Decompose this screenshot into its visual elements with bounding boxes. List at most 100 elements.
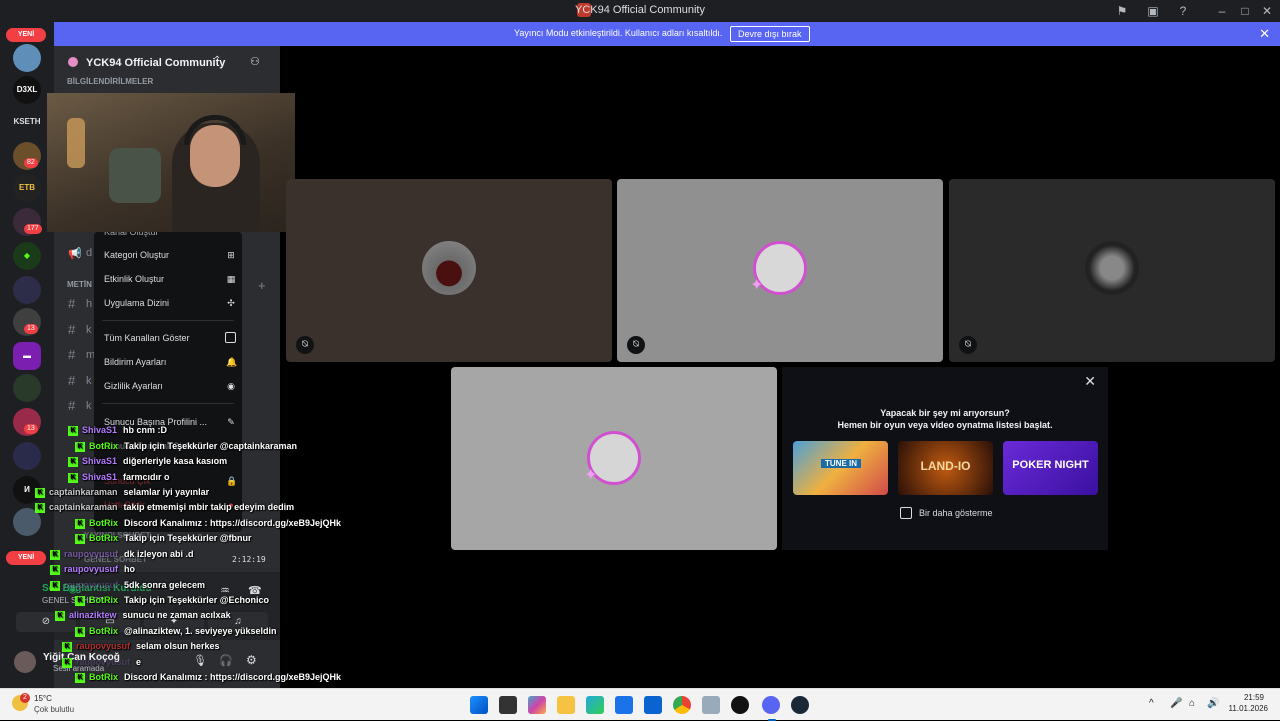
hash-icon: # xyxy=(68,322,76,337)
settings-app-icon[interactable] xyxy=(702,696,720,714)
video-tile[interactable]: ✦ xyxy=(451,367,777,550)
avatar xyxy=(422,241,476,295)
banner-message: Yayıncı Modu etkinleştirildi. Kullanıcı … xyxy=(514,28,723,38)
category-label[interactable]: BİLGİLENDİRİLMELER xyxy=(67,77,153,86)
channel-name[interactable]: k xyxy=(86,324,92,336)
server-icon[interactable]: KSETH xyxy=(13,108,41,136)
file-explorer-icon[interactable] xyxy=(557,696,575,714)
invite-people-icon[interactable]: ⚇ xyxy=(250,55,260,68)
channel-name[interactable]: k xyxy=(86,400,92,412)
help-icon[interactable]: ? xyxy=(1175,3,1191,19)
server-icon[interactable]: ▬ xyxy=(13,342,41,370)
server-icon[interactable] xyxy=(13,44,41,72)
windows-taskbar: 2 15°C Çok bulutlu ^ 🎤 ⌂ 🔊 21:59 11.01.2… xyxy=(0,688,1280,721)
channel-name[interactable]: d xyxy=(86,247,92,259)
kick-icon: K xyxy=(68,425,78,436)
close-icon[interactable]: ✕ xyxy=(1259,26,1270,42)
kick-icon: K xyxy=(35,487,45,498)
kick-icon: K xyxy=(75,672,85,683)
server-icon[interactable]: ◆ xyxy=(13,242,41,270)
menu-item-show-all-channels[interactable]: Tüm Kanalları Göster xyxy=(104,333,234,343)
chat-user: BotRix xyxy=(89,595,118,605)
chat-text: Takip için Teşekkürler @Echonico xyxy=(124,595,269,605)
copilot-icon[interactable] xyxy=(528,696,546,714)
weather-badge: 2 xyxy=(20,693,30,703)
flag-icon[interactable]: ⚑ xyxy=(1114,3,1130,19)
tiktok-icon[interactable] xyxy=(731,696,749,714)
mail-icon[interactable] xyxy=(644,696,662,714)
kick-icon: K xyxy=(50,564,60,575)
hash-icon: # xyxy=(68,347,76,362)
chevron-up-icon[interactable]: ^ xyxy=(1149,698,1154,709)
kick-icon: K xyxy=(68,472,78,483)
chat-text: 5dk sonra gelecem xyxy=(124,580,206,590)
channel-name[interactable]: h xyxy=(86,298,92,310)
kick-icon: K xyxy=(62,657,72,668)
menu-item-app-directory[interactable]: Uygulama Dizini xyxy=(104,298,234,308)
chat-user: raupovyusuf xyxy=(64,580,119,590)
server-icon[interactable]: ETB xyxy=(13,174,41,202)
temperature[interactable]: 15°C xyxy=(34,694,52,703)
weather-text[interactable]: Çok bulutlu xyxy=(34,705,74,714)
volume-icon[interactable]: 🔊 xyxy=(1207,698,1219,709)
chrome-icon[interactable] xyxy=(673,696,691,714)
server-icon[interactable] xyxy=(13,276,41,304)
network-icon[interactable]: ⌂ xyxy=(1189,698,1195,709)
chat-user: captainkaraman xyxy=(49,487,118,497)
add-channel-icon[interactable]: + xyxy=(258,278,266,293)
server-icon[interactable] xyxy=(13,374,41,402)
window-title: YCK94 Official Community xyxy=(574,4,705,16)
activity-title: LAND-IO xyxy=(920,459,971,473)
hash-icon: # xyxy=(68,373,76,388)
kick-icon: K xyxy=(62,641,72,652)
server-header[interactable]: YCK94 Official Community ⌃ ⚇ xyxy=(54,46,280,78)
chat-user: ShivaS1 xyxy=(82,456,118,466)
chat-text: Discord Kanalımız : https://discord.gg/x… xyxy=(124,672,342,682)
maximize-button[interactable]: □ xyxy=(1237,3,1253,19)
kick-icon: K xyxy=(75,533,85,544)
activity-title: TUNE IN xyxy=(821,459,861,468)
close-window-button[interactable]: ✕ xyxy=(1259,3,1275,19)
task-view-icon[interactable] xyxy=(499,696,517,714)
chat-text: diğerleriyle kasa kasıom xyxy=(123,456,228,466)
menu-item-create-category[interactable]: Kategori Oluştur xyxy=(104,250,234,260)
apps-icon: ✣ xyxy=(227,298,235,308)
menu-item-privacy-settings[interactable]: Gizlilik Ayarları xyxy=(104,381,234,391)
inbox-icon[interactable]: ▣ xyxy=(1145,3,1161,19)
channel-name[interactable]: k xyxy=(86,375,92,387)
close-icon[interactable]: ✕ xyxy=(1084,373,1096,390)
server-icon[interactable]: D3XL xyxy=(13,76,41,104)
chat-message: K BotRix Discord Kanalımız : https://disco… xyxy=(75,518,341,533)
kick-icon: K xyxy=(75,595,85,606)
chat-message: Kraupovyusuf ho xyxy=(50,564,135,579)
clock-time[interactable]: 21:59 xyxy=(1230,693,1264,702)
menu-item-create-event[interactable]: Etkinlik Oluştur xyxy=(104,274,234,284)
category-label[interactable]: METİN xyxy=(67,280,92,289)
minimize-button[interactable]: – xyxy=(1214,3,1230,19)
video-tile[interactable]: ✦ ⍉ xyxy=(617,179,943,362)
start-icon[interactable] xyxy=(470,696,488,714)
menu-item-label: Gizlilik Ayarları xyxy=(104,381,163,391)
activity-subheading: Hemen bir oyun veya video oynatma listes… xyxy=(837,420,1053,430)
activity-card-tunein[interactable]: TUNE IN xyxy=(793,441,888,495)
activity-heading: Yapacak bir şey mi arıyorsun? xyxy=(880,408,1010,418)
disable-streamer-mode-button[interactable]: Devre dışı bırak xyxy=(730,26,810,42)
chat-text: farmcıdır o xyxy=(123,472,170,482)
activity-card-landio[interactable]: LAND-IO xyxy=(898,441,993,495)
discord-icon[interactable] xyxy=(762,696,780,714)
headset xyxy=(184,115,246,145)
checkbox[interactable] xyxy=(225,332,236,343)
steam-icon[interactable] xyxy=(791,696,809,714)
microphone-icon[interactable]: 🎤 xyxy=(1170,698,1182,709)
dont-show-again-checkbox[interactable] xyxy=(900,507,912,519)
menu-item-notification-settings[interactable]: Bildirim Ayarları xyxy=(104,357,234,367)
activity-card-poker[interactable]: POKER NIGHT xyxy=(1003,441,1098,495)
chat-text: takip etmemişi mbir takip edeyim dedim xyxy=(123,502,295,512)
edge-icon[interactable] xyxy=(586,696,604,714)
clock-date[interactable]: 11.01.2026 xyxy=(1226,704,1268,713)
video-tile[interactable]: ⍉ xyxy=(286,179,612,362)
chat-text: dk izleyon abi .d xyxy=(124,549,194,559)
store-icon[interactable] xyxy=(615,696,633,714)
deafened-icon: ⍉ xyxy=(959,336,977,354)
video-tile[interactable]: ⍉ xyxy=(949,179,1275,362)
